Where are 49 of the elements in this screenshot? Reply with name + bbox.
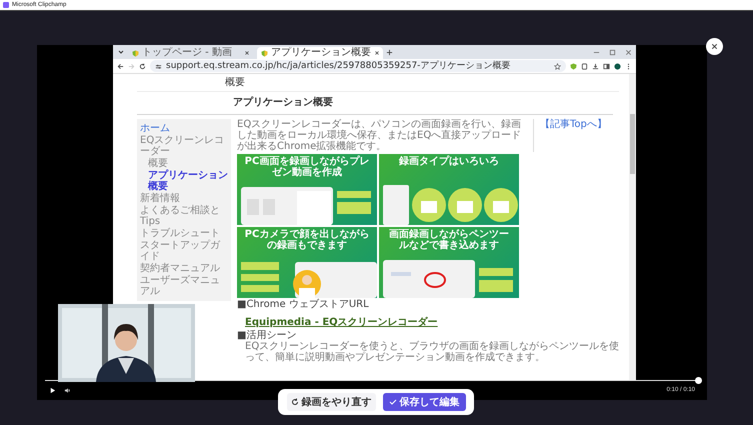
sidebar-item[interactable]: EQスクリーンレコーダー xyxy=(140,135,228,157)
new-tab-icon[interactable] xyxy=(386,48,393,56)
app-logo-icon xyxy=(3,2,9,8)
store-link[interactable]: Equipmedia - EQスクリーンレコーダー xyxy=(245,317,438,328)
intro-paragraph: EQスクリーンレコーダーは、パソコンの画面録画を行い、録画した動画をローカル環境へ保存、またはEQへ直接アップロードが出来るChrome拡張機能です。 xyxy=(237,119,522,152)
panel-heading: PC画面を録画しながらプレゼン動画を作成 xyxy=(244,154,370,179)
close-icon[interactable] xyxy=(244,50,250,56)
reload-icon[interactable] xyxy=(139,62,146,70)
profile-icon[interactable] xyxy=(614,62,621,70)
scrollbar[interactable] xyxy=(629,74,636,380)
back-arrow-icon[interactable] xyxy=(117,62,124,70)
address-field[interactable]: support.eq.stream.co.jp/hc/ja/articles/25978805359257-アプリケーション概要 xyxy=(150,60,566,72)
menu-icon[interactable] xyxy=(625,62,632,70)
close-icon xyxy=(710,42,719,51)
section-label: ■活用シーン xyxy=(237,330,298,341)
sidebar-item[interactable]: ユーザーズマニュアル xyxy=(140,275,228,297)
panel-heading: 録画タイプはいろいろ xyxy=(398,154,500,168)
section-label: ■Chrome ウェブストアURL xyxy=(237,299,370,310)
redo-icon xyxy=(290,398,298,406)
check-icon xyxy=(388,398,396,406)
split-view-icon[interactable] xyxy=(603,62,610,70)
play-icon[interactable] xyxy=(49,386,56,394)
save-edit-button[interactable]: 保存して編集 xyxy=(382,393,466,411)
download-icon[interactable] xyxy=(592,62,599,70)
panel-heading: 画面録画しながらペンツールなどで書き込めます xyxy=(388,228,510,252)
page-heading: 概要 xyxy=(224,76,246,90)
extension-icon[interactable] xyxy=(581,62,588,70)
sidebar-item[interactable]: アプリケーション概要 xyxy=(140,170,228,192)
home-link[interactable]: ホーム xyxy=(140,123,228,134)
sidebar-item[interactable]: 概要 xyxy=(140,158,228,169)
panel-heading: PCカメラで顔を出しながらの録画もできます xyxy=(244,228,370,252)
caret-icon[interactable] xyxy=(117,48,125,56)
close-button[interactable] xyxy=(706,38,723,55)
sidebar-item[interactable]: スタートアップガイド xyxy=(140,240,228,262)
site-info-icon[interactable] xyxy=(155,62,162,70)
sidebar-item[interactable]: 契約者マニュアル xyxy=(140,263,228,274)
retake-button[interactable]: 録画をやり直す xyxy=(286,393,376,411)
sidebar-item[interactable]: よくあるご相談とTips xyxy=(140,205,228,227)
close-icon[interactable] xyxy=(374,50,380,56)
sidebar-item[interactable]: トラブルシュート xyxy=(140,228,228,239)
maximize-icon[interactable] xyxy=(609,48,616,56)
shield-icon xyxy=(261,50,268,56)
star-icon[interactable] xyxy=(554,62,561,70)
article-title: アプリケーション概要 xyxy=(232,95,334,110)
volume-icon[interactable] xyxy=(64,386,71,394)
sidebar-item[interactable]: 新着情報 xyxy=(140,193,228,204)
shield-icon xyxy=(132,50,139,56)
usage-paragraph: EQスクリーンレコーダーを使うと、ブラウザの画面を録画しながらペンツールを使って、簡単に説明動画やプレゼンテーション動画を作成できます。 xyxy=(245,341,620,363)
top-link[interactable]: 【記事Topへ】 xyxy=(533,119,607,152)
